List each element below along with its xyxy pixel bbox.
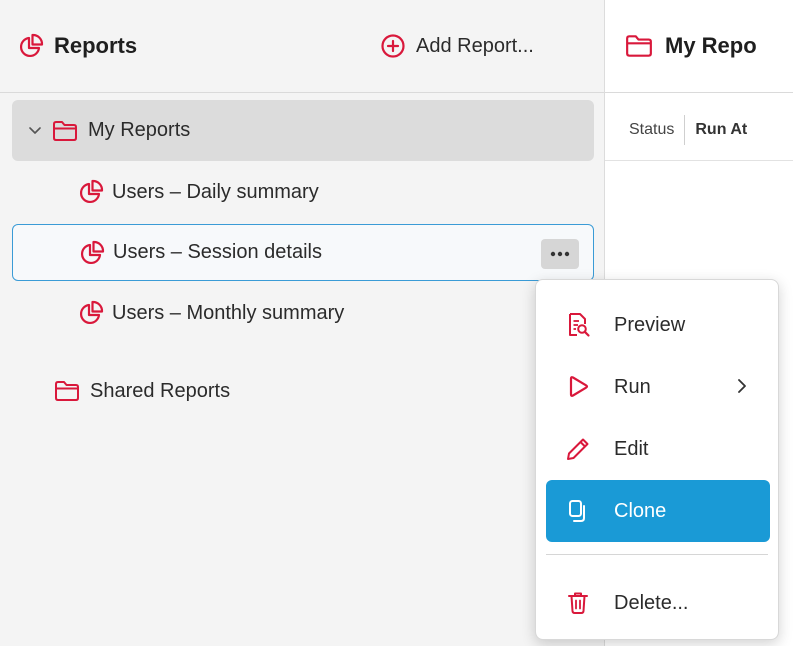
folder-icon: [53, 120, 77, 141]
ellipsis-icon: [550, 251, 570, 257]
chevron-down-icon[interactable]: [28, 126, 42, 136]
tree-item-report[interactable]: Users – Daily summary: [12, 163, 594, 221]
tree-item-report-selected[interactable]: Users – Session details: [12, 224, 594, 281]
menu-separator: [546, 554, 768, 555]
menu-item-label: Run: [614, 375, 651, 398]
pie-chart-icon: [20, 33, 44, 57]
detail-title-text: My Repo: [665, 33, 757, 58]
preview-document-icon: [564, 311, 592, 339]
context-menu: Preview Run Edit Clone Delete...: [535, 279, 779, 640]
chevron-right-icon: [738, 379, 746, 393]
menu-item-label: Edit: [614, 437, 649, 460]
menu-item-label: Delete...: [614, 591, 689, 614]
more-options-button[interactable]: [541, 239, 579, 269]
menu-item-preview[interactable]: Preview: [546, 294, 770, 356]
pencil-icon: [564, 435, 592, 463]
menu-item-edit[interactable]: Edit: [546, 418, 770, 480]
table-header: Status Run At: [605, 100, 793, 161]
tree-item-report[interactable]: Users – Monthly summary: [12, 284, 594, 342]
pie-chart-icon: [80, 300, 104, 324]
detail-title: My Repo: [625, 28, 757, 64]
tree-item-label: Users – Daily summary: [112, 180, 319, 203]
menu-item-label: Preview: [614, 313, 686, 336]
pie-chart-icon: [81, 240, 105, 264]
plus-circle-icon: [381, 34, 405, 58]
tree-item-shared-reports[interactable]: Shared Reports: [12, 362, 594, 420]
reports-app: Reports Add Report... My Reports Users –…: [0, 0, 793, 646]
tree-item-label: My Reports: [88, 119, 191, 141]
tree-item-label: Users – Monthly summary: [112, 301, 345, 324]
folder-icon: [626, 35, 652, 57]
folder-icon: [55, 381, 79, 401]
pie-chart-icon: [80, 179, 104, 203]
menu-item-delete[interactable]: Delete...: [546, 572, 770, 634]
tree-item-label: Shared Reports: [90, 379, 231, 402]
detail-header: My Repo: [605, 0, 793, 93]
sidebar-title-text: Reports: [54, 33, 138, 58]
column-header-status[interactable]: Status: [605, 115, 686, 145]
menu-item-run[interactable]: Run: [546, 356, 770, 418]
add-report-button[interactable]: Add Report...: [380, 28, 534, 64]
menu-item-label: Clone: [614, 499, 667, 522]
play-icon: [564, 373, 592, 401]
menu-item-clone[interactable]: Clone: [546, 480, 770, 542]
add-report-label: Add Report...: [416, 34, 534, 57]
column-header-run-at[interactable]: Run At: [685, 121, 747, 139]
reports-sidebar: Reports Add Report... My Reports Users –…: [0, 0, 605, 646]
tree-item-my-reports[interactable]: My Reports: [12, 100, 594, 161]
sidebar-title: Reports: [18, 28, 137, 64]
sidebar-header: Reports Add Report...: [0, 0, 604, 93]
copy-icon: [564, 497, 592, 525]
trash-icon: [564, 589, 592, 617]
tree-item-label: Users – Session details: [113, 241, 322, 263]
